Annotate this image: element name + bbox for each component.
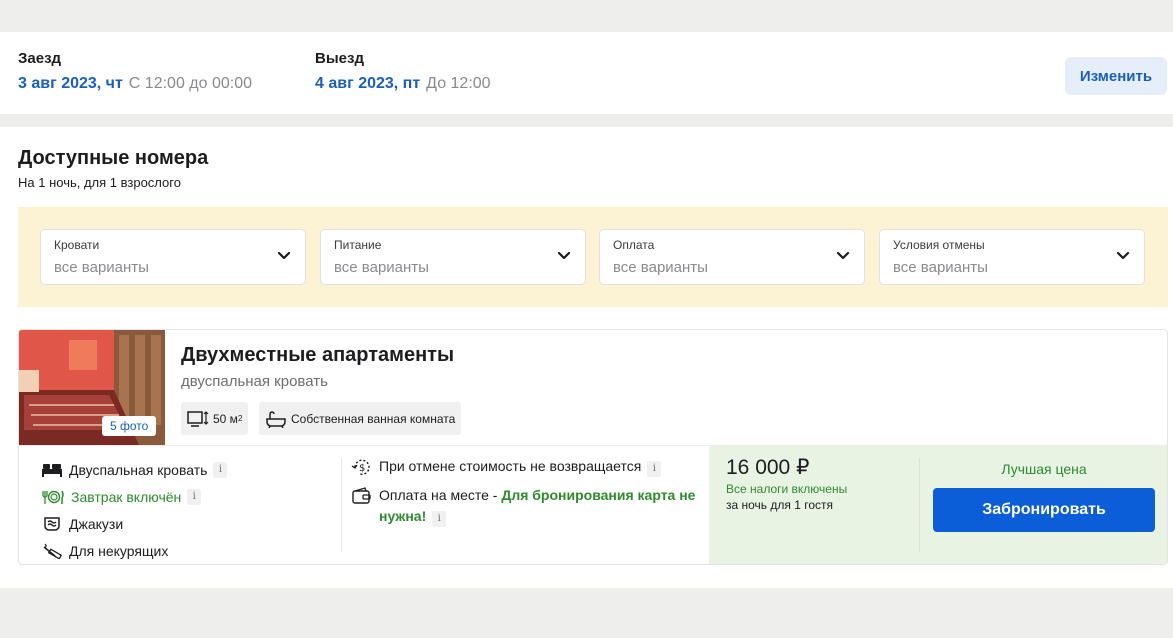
jacuzzi-icon bbox=[44, 516, 60, 531]
room-photo[interactable]: 5 фото bbox=[19, 330, 165, 445]
filter-label: Условия отмены bbox=[893, 238, 985, 252]
info-icon[interactable]: i bbox=[432, 510, 447, 527]
filter-cancellation[interactable]: Условия отмены все варианты bbox=[879, 229, 1145, 285]
non-refundable-icon: $ bbox=[351, 459, 370, 475]
chevron-down-icon bbox=[557, 251, 571, 260]
amenity-jacuzzi: Джакузи bbox=[41, 510, 227, 537]
checkin-block: Заезд 3 авг 2023, чт С 12:00 до 00:00 bbox=[18, 50, 252, 93]
room-area-tag: 50 м2 bbox=[181, 402, 249, 435]
change-dates-button[interactable]: Изменить bbox=[1065, 57, 1167, 95]
cancellation-policy: $ При отмене стоимость не возвращается i bbox=[351, 456, 711, 477]
checkout-date: 4 авг 2023, пт bbox=[315, 75, 421, 92]
room-bed-type: двуспальная кровать bbox=[181, 373, 328, 390]
amenity-label: Для некурящих bbox=[69, 542, 169, 559]
room-offer: Двуспальная кровать i Завтрак включён i Дж… bbox=[19, 445, 1167, 564]
filter-payment[interactable]: Оплата все варианты bbox=[599, 229, 865, 285]
bathroom-tag: Собственная ванная комната bbox=[259, 402, 462, 435]
divider bbox=[341, 458, 342, 552]
filter-value: все варианты bbox=[613, 259, 708, 276]
filter-value: все варианты bbox=[54, 259, 149, 276]
checkin-label: Заезд bbox=[18, 50, 62, 67]
area-icon bbox=[187, 410, 209, 427]
dates-panel: Заезд 3 авг 2023, чт С 12:00 до 00:00 Вые… bbox=[0, 32, 1173, 114]
price-section: 16 000 ₽ Все налоги включены за ночь для… bbox=[709, 446, 1167, 564]
cancellation-text: При отмене стоимость не возвращается bbox=[379, 458, 642, 474]
amenity-label: Двуспальная кровать bbox=[69, 461, 208, 478]
filter-beds[interactable]: Кровати все варианты bbox=[40, 229, 306, 285]
price: 16 000 ₽ bbox=[726, 456, 810, 479]
breakfast-icon bbox=[42, 490, 64, 504]
filter-meals[interactable]: Питание все варианты bbox=[320, 229, 586, 285]
best-price-label: Лучшая цена bbox=[1001, 461, 1087, 477]
filter-label: Оплата bbox=[613, 238, 655, 252]
wallet-icon bbox=[352, 487, 371, 504]
taxes-note: Все налоги включены bbox=[726, 482, 848, 496]
book-button[interactable]: Забронировать bbox=[933, 488, 1155, 532]
policies-list: $ При отмене стоимость не возвращается i … bbox=[351, 456, 711, 535]
amenity-bed: Двуспальная кровать i bbox=[41, 456, 228, 483]
amenities-list: Двуспальная кровать i Завтрак включён i Дж… bbox=[41, 456, 228, 564]
checkin-date: 3 авг 2023, чт bbox=[18, 75, 123, 92]
room-area-value: 50 м bbox=[213, 411, 238, 426]
divider bbox=[919, 458, 920, 552]
chevron-down-icon bbox=[1116, 251, 1130, 260]
bed-icon bbox=[42, 463, 62, 477]
photo-count-badge[interactable]: 5 фото bbox=[102, 416, 157, 436]
svg-text:$: $ bbox=[359, 463, 365, 474]
filters-bar: Кровати все варианты Питание все вариант… bbox=[18, 207, 1168, 307]
checkout-time: До 12:00 bbox=[426, 75, 491, 92]
info-icon[interactable]: i bbox=[213, 461, 228, 478]
checkout-label: Выезд bbox=[315, 50, 364, 67]
payment-policy: Оплата на месте - Для бронирования карта… bbox=[351, 485, 711, 527]
chevron-down-icon bbox=[277, 251, 291, 260]
amenity-label: Джакузи bbox=[69, 515, 124, 532]
room-title[interactable]: Двухместные апартаменты bbox=[181, 344, 454, 367]
filter-label: Питание bbox=[334, 238, 382, 252]
chevron-down-icon bbox=[836, 251, 850, 260]
filter-value: все варианты bbox=[893, 259, 988, 276]
checkin-time: С 12:00 до 00:00 bbox=[128, 75, 252, 92]
section-title: Доступные номера bbox=[18, 147, 209, 169]
per-night-note: за ночь для 1 гостя bbox=[726, 498, 834, 512]
section-subtitle: На 1 ночь, для 1 взрослого bbox=[18, 175, 181, 190]
info-icon[interactable]: i bbox=[647, 460, 662, 477]
checkout-block: Выезд 4 авг 2023, пт До 12:00 bbox=[315, 50, 491, 93]
filter-label: Кровати bbox=[54, 238, 100, 252]
no-smoking-icon bbox=[43, 543, 63, 559]
bathroom-label: Собственная ванная комната bbox=[291, 411, 456, 426]
room-area-unit-sup: 2 bbox=[237, 414, 243, 423]
filter-value: все варианты bbox=[334, 259, 429, 276]
rooms-panel: Доступные номера На 1 ночь, для 1 взросл… bbox=[0, 127, 1173, 588]
room-card: 5 фото Двухместные апартаменты двуспальн… bbox=[18, 329, 1168, 565]
amenity-label: Завтрак включён bbox=[71, 488, 182, 505]
amenity-non-smoking: Для некурящих bbox=[41, 537, 227, 564]
info-icon[interactable]: i bbox=[187, 488, 202, 505]
bathtub-icon bbox=[266, 410, 286, 428]
amenity-breakfast: Завтрак включён i bbox=[41, 483, 227, 510]
payment-text: Оплата на месте - bbox=[379, 487, 502, 503]
